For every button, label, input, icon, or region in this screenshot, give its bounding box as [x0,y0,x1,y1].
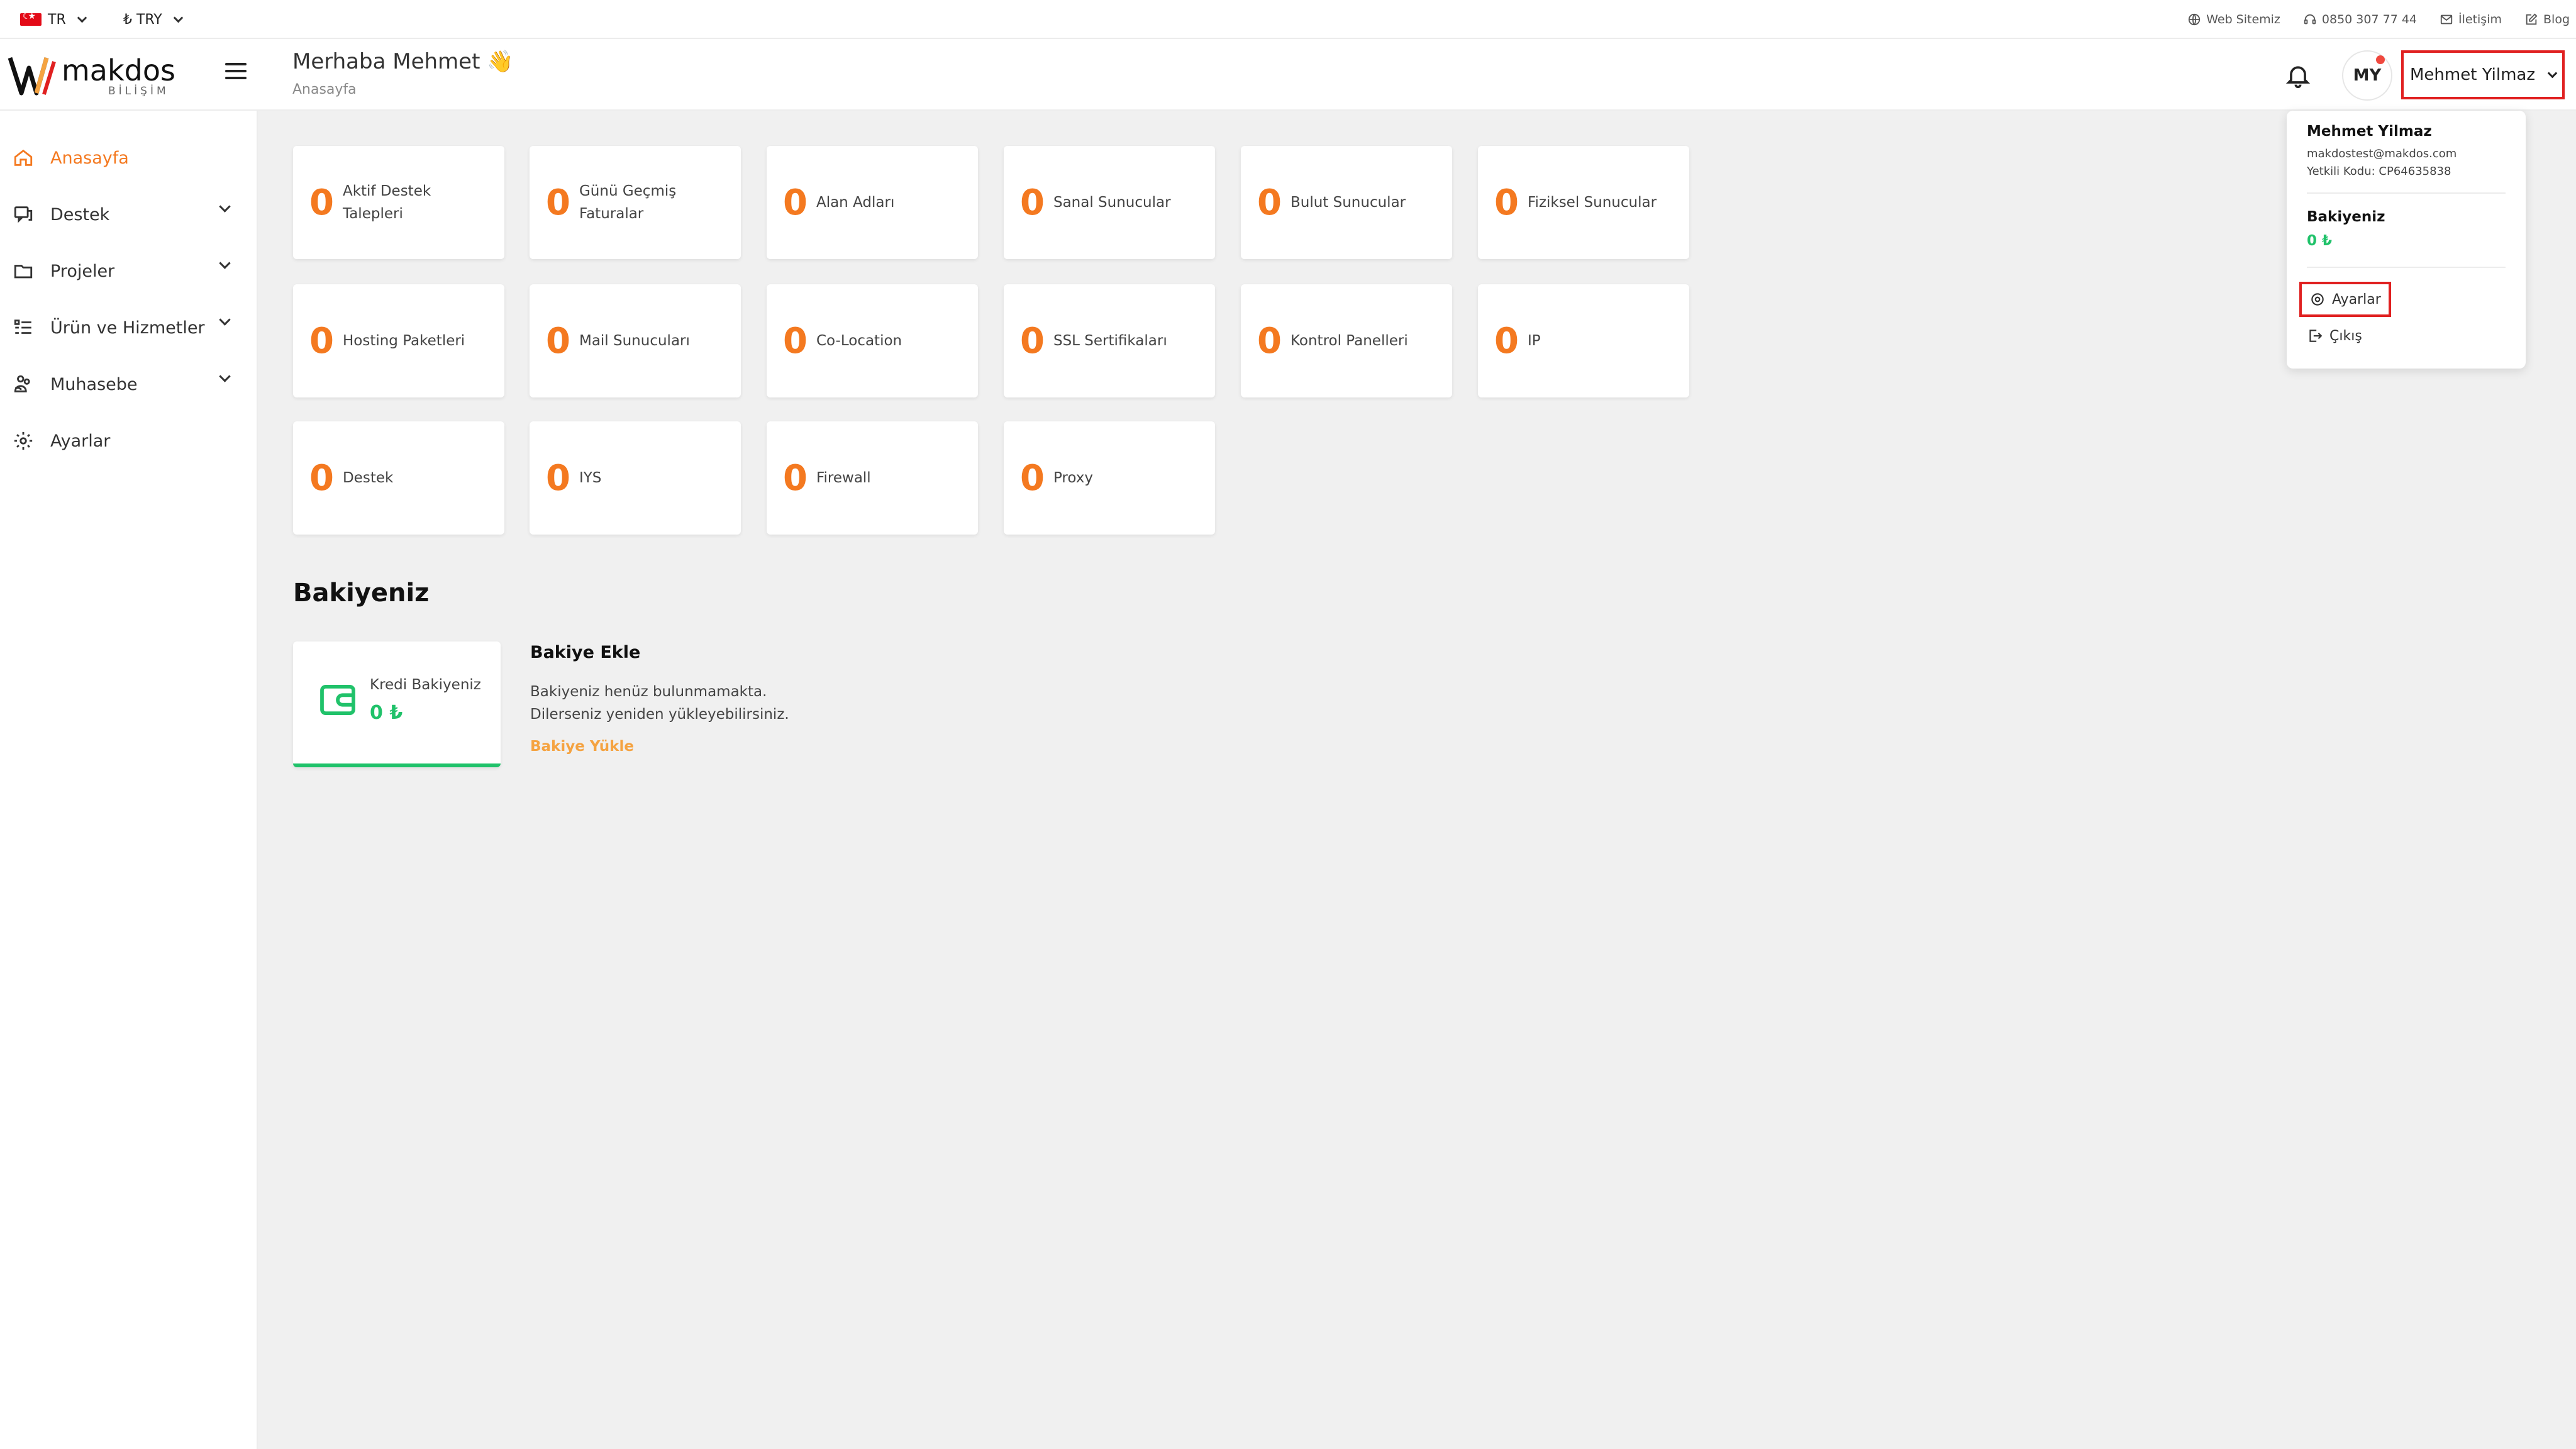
notification-dot [2376,55,2385,64]
edit-icon [2526,13,2538,25]
globe-icon [2189,13,2201,26]
headset-icon [2304,14,2316,25]
logo-text: makdos [62,53,175,87]
stat-card-firewall[interactable]: 0 Firewall [767,421,978,535]
sidebar-item-ayarlar[interactable]: Ayarlar [13,425,239,457]
stat-card-aktif-destek[interactable]: 0 Aktif Destek Talepleri [293,146,504,259]
breadcrumb: Anasayfa [292,82,357,97]
avatar[interactable]: MY [2342,50,2392,101]
stat-card-gunu-gecmis[interactable]: 0 Günü Geçmiş Faturalar [530,146,741,259]
chat-icon [14,206,33,223]
credit-balance-label: Kredi Bakiyeniz [370,677,481,693]
blog-link[interactable]: Blog [2524,13,2570,26]
contact-link[interactable]: İletişim [2440,13,2502,26]
notification-bell-icon[interactable] [2284,62,2312,89]
makdos-logo-mark: makdos BİLİŞİM [8,53,175,97]
mail-icon [2440,14,2453,25]
sidebar-item-urun-hizmetler[interactable]: Ürün ve Hizmetler [13,312,239,343]
credit-balance-value: 0 ₺ [370,702,403,724]
user-name: Mehmet Yilmaz [2410,65,2535,84]
stat-card-iys[interactable]: 0 IYS [530,421,741,535]
balance-section-title: Bakiyeniz [293,579,430,608]
dropdown-balance-label: Bakiyeniz [2307,209,2385,225]
dropdown-user-name: Mehmet Yilmaz [2307,123,2432,140]
stat-card-bulut-sunucular[interactable]: 0 Bulut Sunucular [1241,146,1452,259]
currency-label: ₺ TRY [123,11,162,28]
chevron-down-icon [219,370,231,382]
turkey-flag-icon [20,11,42,26]
dropdown-logout-item[interactable]: Çıkış [2299,318,2370,353]
sidebar-item-anasayfa[interactable]: Anasayfa [13,142,239,174]
credit-balance-card: Kredi Bakiyeniz 0 ₺ [293,641,501,767]
logo-subtext: BİLİŞİM [108,84,169,97]
website-link[interactable]: Web Sitemiz [2187,13,2280,26]
stat-card-ssl-sertifikalari[interactable]: 0 SSL Sertifikaları [1004,284,1215,397]
user-dropdown-menu: Mehmet Yilmaz makdostest@makdos.com Yetk… [2287,111,2526,369]
list-icon [14,319,31,334]
stat-card-kontrol-panelleri[interactable]: 0 Kontrol Panelleri [1241,284,1452,397]
user-menu-button[interactable]: Mehmet Yilmaz [2401,50,2565,99]
top-bar: TR ₺ TRY Web Sitemiz 0850 307 77 44 İlet… [0,0,2576,39]
gear-icon [2311,293,2324,306]
top-links: Web Sitemiz 0850 307 77 44 İletişim Blog [2187,0,2570,39]
dropdown-auth-code: Yetkili Kodu: CP64635838 [2307,165,2451,178]
chevron-down-icon [219,314,231,326]
language-selector[interactable]: TR [20,0,87,39]
gear-icon [14,431,33,450]
load-balance-link[interactable]: Bakiye Yükle [530,738,634,755]
chevron-down-icon [219,201,231,213]
currency-selector[interactable]: ₺ TRY [123,0,184,39]
dropdown-balance-value: 0 ₺ [2307,233,2333,249]
add-balance-description: Bakiyeniz henüz bulunmamakta. Dilerseniz… [530,684,789,723]
divider [2307,192,2506,194]
stat-card-co-location[interactable]: 0 Co-Location [767,284,978,397]
chevron-down-icon [173,13,184,23]
stat-card-mail-sunuculari[interactable]: 0 Mail Sunucuları [530,284,741,397]
divider [2307,267,2506,268]
stat-card-alan-adlari[interactable]: 0 Alan Adları [767,146,978,259]
stat-card-ip[interactable]: 0 IP [1478,284,1689,397]
menu-toggle-button[interactable] [225,63,247,79]
home-icon [14,149,33,166]
dropdown-user-email: makdostest@makdos.com [2307,147,2457,160]
sidebar-item-destek[interactable]: Destek [13,199,239,230]
folder-icon [14,265,33,279]
stat-card-sanal-sunucular[interactable]: 0 Sanal Sunucular [1004,146,1215,259]
stat-card-hosting-paketleri[interactable]: 0 Hosting Paketleri [293,284,504,397]
stat-card-destek[interactable]: 0 Destek [293,421,504,535]
sidebar-item-muhasebe[interactable]: Muhasebe [13,369,239,400]
stat-card-proxy[interactable]: 0 Proxy [1004,421,1215,535]
logout-icon [2309,330,2323,342]
stat-card-fiziksel-sunucular[interactable]: 0 Fiziksel Sunucular [1478,146,1689,259]
dropdown-settings-item[interactable]: Ayarlar [2299,282,2391,317]
chevron-down-icon [219,257,231,269]
makdos-logo[interactable]: makdos BİLİŞİM [8,49,196,99]
accounting-icon [14,375,30,392]
chevron-down-icon [2547,68,2558,78]
phone-link[interactable]: 0850 307 77 44 [2303,13,2417,26]
chevron-down-icon [77,13,87,23]
add-balance-title: Bakiye Ekle [530,643,641,662]
wallet-icon [320,684,355,716]
language-label: TR [48,11,66,28]
greeting-title: Merhaba Mehmet 👋 [292,49,514,74]
sidebar-item-projeler[interactable]: Projeler [13,255,239,287]
